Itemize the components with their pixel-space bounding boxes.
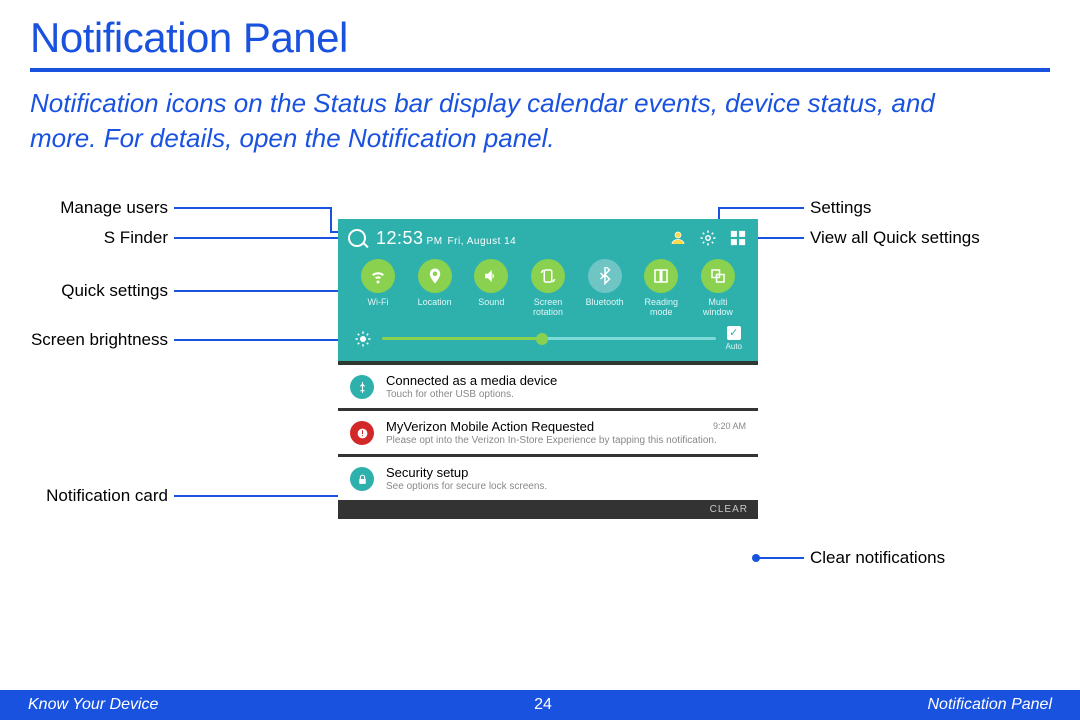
notification-list: Connected as a media device Touch for ot… xyxy=(338,365,758,519)
card-title: Connected as a media device xyxy=(386,373,746,388)
panel-header: 12:53PM Fri, August 14 Wi-Fi Location Sou… xyxy=(338,219,758,361)
diagram: Manage users S Finder Quick settings Scr… xyxy=(0,186,1080,606)
intro-text: Notification icons on the Status bar dis… xyxy=(0,86,1020,156)
card-time: 9:20 AM xyxy=(713,421,746,431)
label-screen-brightness: Screen brightness xyxy=(31,330,168,350)
card-title: MyVerizon Mobile Action Requested xyxy=(386,419,746,434)
brightness-row: ✓ Auto xyxy=(348,318,748,353)
page-footer: Know Your Device 24 Notification Panel xyxy=(0,690,1080,720)
card-subtitle: See options for secure lock screens. xyxy=(386,481,746,492)
label-settings: Settings xyxy=(810,198,871,218)
clock-time: 12:53 xyxy=(376,228,424,248)
gear-icon[interactable] xyxy=(698,228,718,248)
usb-icon xyxy=(350,375,374,399)
auto-brightness-toggle[interactable]: ✓ Auto xyxy=(726,326,742,351)
qs-wifi[interactable]: Wi-Fi xyxy=(350,259,406,316)
title-rule xyxy=(30,68,1050,72)
label-clear-notifications: Clear notifications xyxy=(810,548,945,568)
clear-button[interactable]: CLEAR xyxy=(338,500,758,519)
footer-right: Notification Panel xyxy=(927,696,1052,714)
warn-icon xyxy=(350,421,374,445)
notification-card[interactable]: Connected as a media device Touch for ot… xyxy=(338,365,758,408)
card-subtitle: Touch for other USB options. xyxy=(386,389,746,400)
label-s-finder: S Finder xyxy=(104,228,168,248)
notification-card[interactable]: MyVerizon Mobile Action Requested Please… xyxy=(338,411,758,454)
label-view-all: View all Quick settings xyxy=(810,228,980,248)
clock: 12:53PM Fri, August 14 xyxy=(376,228,516,249)
notification-card[interactable]: Security setup See options for secure lo… xyxy=(338,457,758,500)
label-manage-users: Manage users xyxy=(60,198,168,218)
quick-settings-row: Wi-Fi Location Sound Screen rotation Blu… xyxy=(348,251,748,318)
s-finder-icon[interactable] xyxy=(348,229,366,247)
clock-ampm: PM xyxy=(427,236,443,247)
qs-location[interactable]: Location xyxy=(407,259,463,316)
brightness-slider[interactable] xyxy=(382,337,716,340)
check-icon: ✓ xyxy=(727,326,741,340)
card-subtitle: Please opt into the Verizon In-Store Exp… xyxy=(386,435,746,446)
footer-left: Know Your Device xyxy=(28,696,158,714)
page-title: Notification Panel xyxy=(0,0,1080,68)
label-quick-settings: Quick settings xyxy=(61,281,168,301)
user-icon[interactable] xyxy=(668,228,688,248)
brightness-icon xyxy=(354,330,372,348)
qs-reading[interactable]: Reading mode xyxy=(633,259,689,316)
qs-sound[interactable]: Sound xyxy=(463,259,519,316)
footer-page-number: 24 xyxy=(158,696,927,714)
qs-multiwindow[interactable]: Multi window xyxy=(690,259,746,316)
card-title: Security setup xyxy=(386,465,746,480)
notification-panel-screenshot: 12:53PM Fri, August 14 Wi-Fi Location Sou… xyxy=(338,219,758,519)
lock-icon xyxy=(350,467,374,491)
qs-bluetooth[interactable]: Bluetooth xyxy=(577,259,633,316)
grid-icon[interactable] xyxy=(728,228,748,248)
qs-rotation[interactable]: Screen rotation xyxy=(520,259,576,316)
clock-date: Fri, August 14 xyxy=(448,236,517,247)
label-notification-card: Notification card xyxy=(46,486,168,506)
